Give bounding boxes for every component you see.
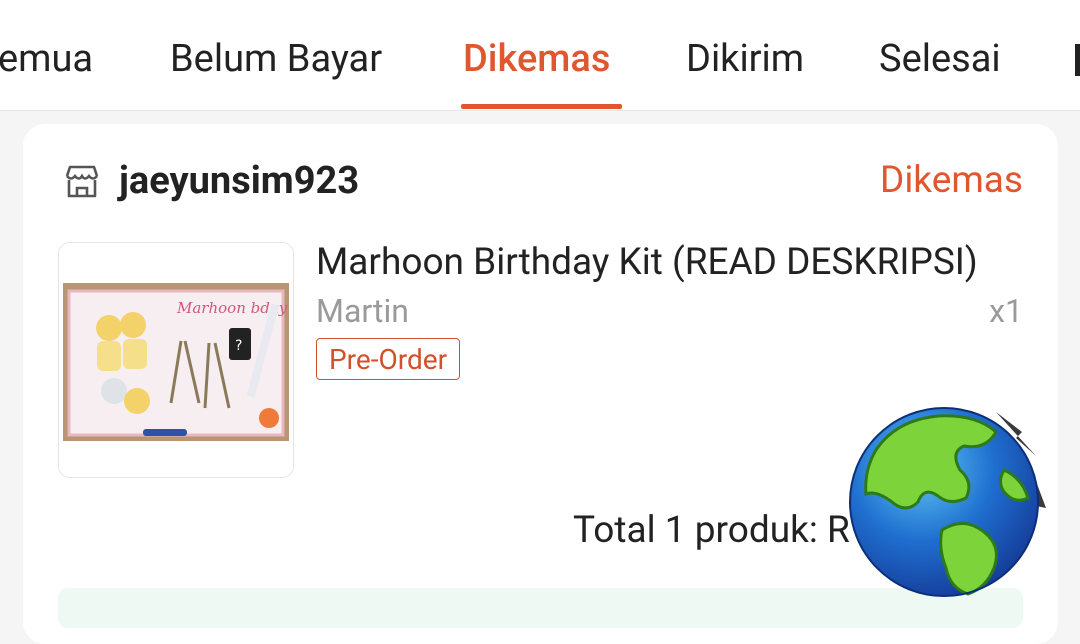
tab-dikemas[interactable]: Dikemas	[463, 36, 610, 82]
product-variant: Martin	[316, 292, 409, 330]
tab-overflow-edge	[1075, 44, 1080, 76]
order-status-tabs: emua Belum Bayar Dikemas Dikirim Selesai	[0, 0, 1080, 111]
tab-selesai[interactable]: Selesai	[879, 36, 1001, 82]
tab-dikirim[interactable]: Dikirim	[686, 36, 804, 82]
shop-name[interactable]: jaeyunsim923	[119, 158, 359, 204]
order-total-label: Total 1 produk:	[573, 509, 818, 552]
active-tab-indicator	[461, 104, 622, 109]
order-total: Total 1 produk: R	[573, 508, 850, 554]
product-thumbnail[interactable]: Marhoon bday ?	[58, 242, 294, 478]
order-status-label: Dikemas	[880, 159, 1023, 202]
tab-semua[interactable]: emua	[0, 36, 93, 82]
thumbnail-mystery-mark: ?	[235, 338, 242, 354]
globe-icon[interactable]	[846, 398, 1048, 600]
product-quantity: x1	[989, 292, 1023, 330]
tab-belum-bayar[interactable]: Belum Bayar	[170, 36, 382, 82]
store-icon	[65, 165, 99, 198]
pre-order-badge: Pre-Order	[316, 338, 461, 380]
product-title[interactable]: Marhoon Birthday Kit (READ DESKRIPSI)	[316, 240, 1016, 286]
